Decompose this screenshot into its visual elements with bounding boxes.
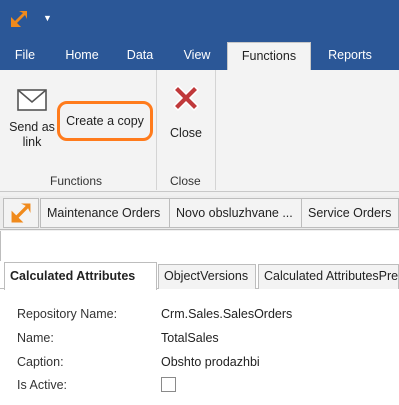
tab-view[interactable]: View — [172, 42, 222, 70]
quick-access-dropdown-icon[interactable]: ▼ — [43, 13, 52, 23]
tab-home[interactable]: Home — [56, 42, 108, 70]
tab-file[interactable]: File — [4, 42, 46, 70]
caption-label: Caption: — [17, 355, 64, 369]
send-as-link-label-line1: Send as — [9, 120, 55, 134]
ribbon-tab-bar: File Home Data View Functions Reports — [0, 42, 399, 71]
doc-tab-novo-obsluzhvane[interactable]: Novo obsluzhvane ... — [169, 198, 302, 228]
ribbon-group-divider — [156, 70, 157, 190]
close-label: Close — [170, 126, 202, 140]
title-bar: ▼ — [0, 0, 399, 42]
create-copy-button[interactable]: Create a copy — [57, 101, 153, 141]
tab-functions[interactable]: Functions — [227, 42, 311, 71]
group-label-functions: Functions — [50, 174, 103, 188]
name-label: Name: — [17, 331, 54, 345]
app-logo-icon — [11, 203, 31, 223]
tab-reports[interactable]: Reports — [318, 42, 382, 70]
subtab-object-versions[interactable]: ObjectVersions — [158, 264, 256, 289]
send-as-link-label-line2: link — [22, 135, 42, 149]
app-logo-icon[interactable] — [8, 8, 30, 30]
ribbon-panel: Send as link Create a copy Close Functio… — [0, 70, 399, 192]
group-label-close: Close — [170, 174, 201, 188]
close-button[interactable]: Close — [160, 80, 212, 141]
sub-tab-bar: Calculated Attributes ObjectVersions Cal… — [0, 261, 399, 290]
doc-tab-maintenance-orders[interactable]: Maintenance Orders — [40, 198, 170, 228]
repository-name-value: Crm.Sales.SalesOrders — [161, 307, 293, 321]
name-value: TotalSales — [161, 331, 219, 345]
send-as-link-button[interactable]: Send as link — [4, 88, 60, 150]
caption-value: Obshto prodazhbi — [161, 355, 260, 369]
close-x-icon — [172, 84, 200, 112]
home-doc-tab[interactable] — [3, 198, 39, 228]
detail-panel: Calculated Attributes ObjectVersions Cal… — [0, 261, 399, 405]
repository-name-label: Repository Name: — [17, 307, 118, 321]
doc-tab-service-orders[interactable]: Service Orders — [301, 198, 399, 228]
envelope-icon — [17, 89, 47, 111]
is-active-label: Is Active: — [17, 378, 68, 392]
document-tab-bar: Maintenance Orders Novo obsluzhvane ... … — [0, 196, 399, 230]
subtab-calculated-attributes[interactable]: Calculated Attributes — [4, 262, 157, 290]
blank-band — [0, 231, 399, 261]
is-active-checkbox[interactable] — [161, 377, 176, 392]
tab-data[interactable]: Data — [116, 42, 164, 70]
subtab-calculated-attributes-pre[interactable]: Calculated AttributesPre — [258, 264, 399, 289]
ribbon-group-divider — [215, 70, 216, 190]
